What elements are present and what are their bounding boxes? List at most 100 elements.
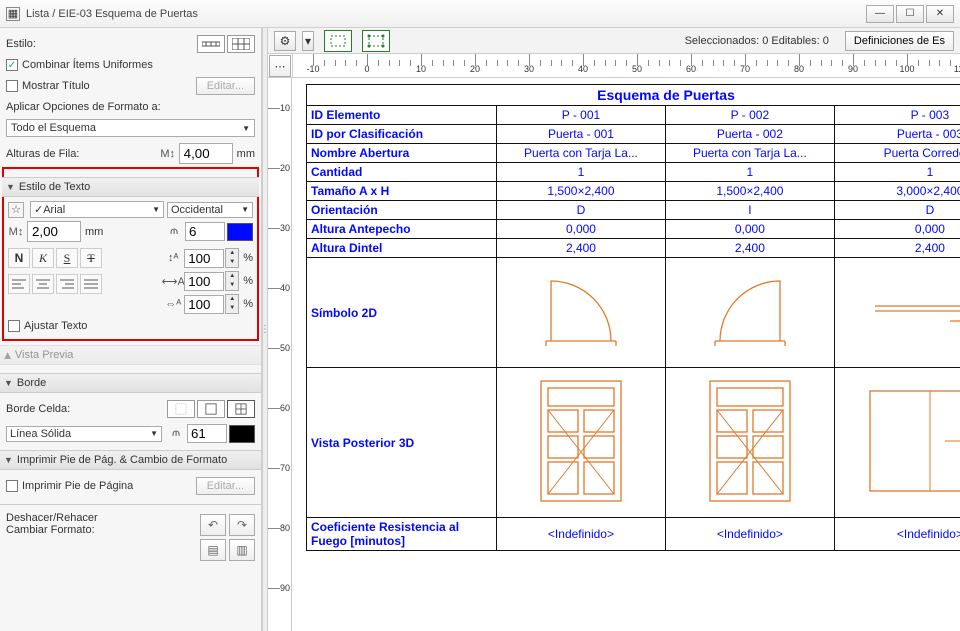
cell[interactable]: 0,000 — [834, 220, 960, 239]
cell[interactable]: D — [497, 201, 666, 220]
cell[interactable]: Puerta Corredera — [834, 144, 960, 163]
minimize-button[interactable]: — — [866, 5, 894, 23]
cell[interactable]: P - 003 — [834, 106, 960, 125]
ruler-horizontal[interactable]: -100102030405060708090100110 — [292, 54, 960, 77]
bold-button[interactable]: N — [8, 248, 30, 268]
cell[interactable]: 1 — [834, 163, 960, 182]
align-center-button[interactable] — [32, 274, 54, 294]
view-single-row-button[interactable] — [197, 35, 225, 53]
cell[interactable]: 1,500×2,400 — [665, 182, 834, 201]
cell[interactable]: 0,000 — [497, 220, 666, 239]
edit-title-button[interactable]: Editar... — [196, 77, 255, 95]
cell[interactable]: 2,400 — [497, 239, 666, 258]
cell[interactable]: P - 002 — [665, 106, 834, 125]
cell[interactable]: D — [834, 201, 960, 220]
favorite-icon[interactable]: ☆ — [8, 202, 24, 218]
border-color-swatch[interactable] — [229, 425, 255, 443]
align-left-button[interactable] — [8, 274, 30, 294]
line-height-spinner[interactable]: ▲▼ — [225, 248, 239, 268]
preview-section-label: Vista Previa — [15, 349, 74, 361]
wrap-text-checkbox[interactable] — [8, 320, 20, 332]
maximize-button[interactable]: ☐ — [896, 5, 924, 23]
cell[interactable]: Puerta - 003 — [834, 125, 960, 144]
print-footer-checkbox[interactable] — [6, 480, 18, 492]
cell[interactable]: <Indefinido> — [497, 518, 666, 551]
pen-input[interactable] — [185, 222, 225, 241]
strike-button[interactable]: Ŧ — [80, 248, 102, 268]
combine-items-checkbox[interactable] — [6, 59, 18, 71]
char-spacing-input[interactable] — [184, 295, 224, 314]
char-spacing-spinner[interactable]: ▲▼ — [225, 294, 239, 314]
undo-redo-label: Deshacer/Rehacer — [6, 512, 98, 524]
align-right-button[interactable] — [56, 274, 78, 294]
redo-button[interactable]: ↷ — [229, 514, 255, 536]
schedule-canvas[interactable]: Esquema de Puertas ID Elemento P - 001 P… — [292, 78, 960, 631]
undo-button[interactable]: ↶ — [200, 514, 226, 536]
cell[interactable]: 1,500×2,400 — [497, 182, 666, 201]
format-prev-button[interactable]: ▤ — [200, 539, 226, 561]
cell[interactable]: Puerta con Tarja La... — [497, 144, 666, 163]
cell[interactable]: Puerta - 002 — [665, 125, 834, 144]
border-section[interactable]: ▼ Borde — [0, 373, 261, 393]
cell[interactable]: <Indefinido> — [665, 518, 834, 551]
italic-button[interactable]: K — [32, 248, 54, 268]
cell[interactable]: 1 — [497, 163, 666, 182]
options-slot-button[interactable]: ⋯ — [269, 55, 291, 77]
chevron-down-icon: ▼ — [6, 182, 15, 192]
cell[interactable]: 3,000×2,400 — [834, 182, 960, 201]
preview-section[interactable]: ▶ Vista Previa — [0, 345, 261, 365]
view3d-cell[interactable] — [497, 368, 666, 518]
cell[interactable]: Puerta con Tarja La... — [665, 144, 834, 163]
border-all-button[interactable] — [227, 400, 255, 418]
format-next-button[interactable]: ▥ — [229, 539, 255, 561]
line-height-input[interactable] — [184, 249, 224, 268]
font-size-input[interactable] — [27, 221, 81, 242]
show-title-label: Mostrar Título — [22, 80, 90, 92]
row-cant-label: Cantidad — [307, 163, 497, 182]
symbol-cell[interactable] — [497, 258, 666, 368]
close-button[interactable]: ✕ — [926, 5, 954, 23]
symbol-cell[interactable] — [834, 258, 960, 368]
cell[interactable]: 0,000 — [665, 220, 834, 239]
font-combo[interactable]: ✓ Arial ▼ — [30, 201, 164, 218]
underline-button[interactable]: S — [56, 248, 78, 268]
marquee-fit-button[interactable] — [324, 30, 352, 52]
align-justify-button[interactable] — [80, 274, 102, 294]
cell[interactable]: I — [665, 201, 834, 220]
color-swatch[interactable] — [227, 223, 253, 241]
border-pen-input[interactable] — [187, 424, 227, 443]
script-combo[interactable]: Occidental ▼ — [167, 202, 253, 218]
show-title-checkbox[interactable] — [6, 80, 18, 92]
text-style-section[interactable]: ▼ Estilo de Texto — [2, 177, 259, 197]
gear-button[interactable]: ⚙ — [274, 31, 296, 51]
print-section[interactable]: ▼ Imprimir Pie de Pág. & Cambio de Forma… — [0, 450, 261, 470]
cell[interactable]: P - 001 — [497, 106, 666, 125]
border-none-button[interactable] — [167, 400, 195, 418]
cell[interactable]: 2,400 — [834, 239, 960, 258]
char-width-spinner[interactable]: ▲▼ — [225, 271, 239, 291]
border-outline-button[interactable] — [197, 400, 225, 418]
gear-dropdown[interactable]: ▾ — [302, 31, 314, 51]
change-format-label: Cambiar Formato: — [6, 524, 98, 536]
cell[interactable]: Puerta - 001 — [497, 125, 666, 144]
edit-footer-button[interactable]: Editar... — [196, 477, 255, 495]
view3d-cell[interactable] — [665, 368, 834, 518]
row-orient-label: Orientación — [307, 201, 497, 220]
font-size-unit: mm — [85, 226, 103, 238]
cell[interactable]: 1 — [665, 163, 834, 182]
font-value: Arial — [43, 204, 65, 216]
format-scope-combo[interactable]: Todo el Esquema ▼ — [6, 119, 255, 137]
cell[interactable]: <Indefinido> — [834, 518, 960, 551]
line-type-combo[interactable]: Línea Sólida ▼ — [6, 426, 162, 442]
row-height-input[interactable] — [179, 143, 233, 164]
cell[interactable]: 2,400 — [665, 239, 834, 258]
view3d-cell[interactable] — [834, 368, 960, 518]
marquee-all-button[interactable] — [362, 30, 390, 52]
window-icon: ▦ — [6, 7, 20, 21]
schedule-definitions-button[interactable]: Definiciones de Es — [845, 31, 954, 51]
print-section-label: Imprimir Pie de Pág. & Cambio de Formato — [17, 454, 227, 466]
symbol-cell[interactable] — [665, 258, 834, 368]
view-grid-button[interactable] — [227, 35, 255, 53]
char-width-input[interactable] — [184, 272, 224, 291]
ruler-vertical[interactable]: 102030405060708090 — [268, 78, 292, 631]
